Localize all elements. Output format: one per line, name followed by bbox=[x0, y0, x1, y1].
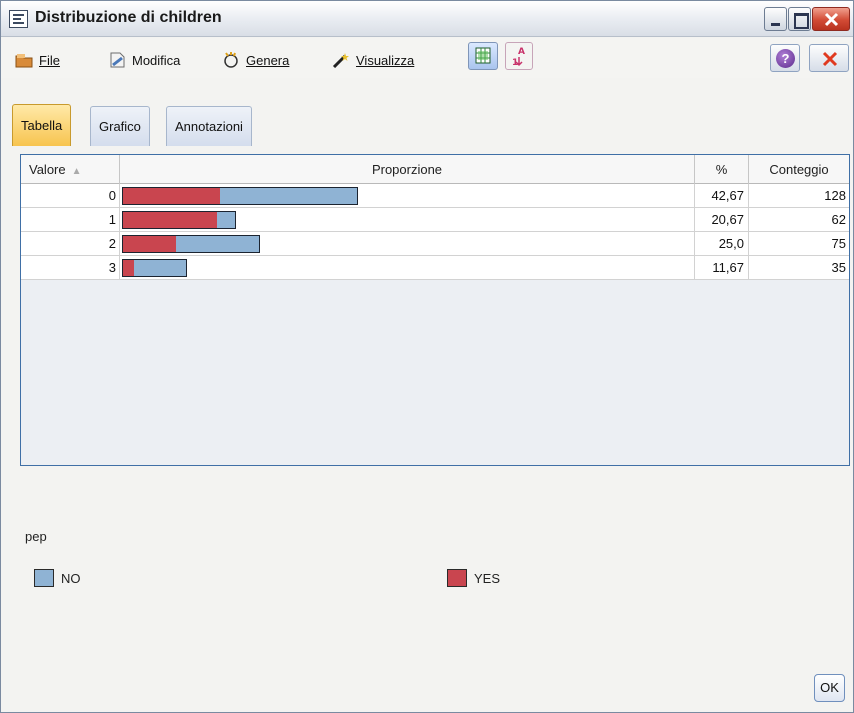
legend-item-no: NO bbox=[34, 569, 81, 587]
cell-proporzione bbox=[120, 208, 695, 232]
legend-swatch-yes bbox=[447, 569, 467, 587]
maximize-button[interactable] bbox=[788, 7, 811, 31]
tab-annotazioni[interactable]: Annotazioni bbox=[166, 106, 252, 146]
proportion-bar bbox=[122, 235, 260, 253]
table-header: Valore ▲ Proporzione % Conteggio bbox=[21, 155, 849, 184]
title-bar[interactable]: Distribuzione di children bbox=[1, 1, 853, 37]
cell-valore: 3 bbox=[21, 256, 120, 280]
ok-button[interactable]: OK bbox=[814, 674, 845, 702]
table-row[interactable]: 1 20,67 62 bbox=[21, 208, 849, 232]
sort-ascending-icon: ▲ bbox=[71, 166, 82, 177]
table-row[interactable]: 0 42,67 128 bbox=[21, 184, 849, 208]
cell-valore: 0 bbox=[21, 184, 120, 208]
menu-genera[interactable]: Genera bbox=[222, 50, 289, 70]
cell-percent: 25,0 bbox=[695, 232, 749, 256]
cell-proporzione bbox=[120, 184, 695, 208]
folder-icon bbox=[15, 52, 33, 68]
proportion-bar-yes-segment bbox=[123, 236, 176, 252]
table-view-toggle-button[interactable] bbox=[468, 42, 498, 70]
menu-visualizza[interactable]: Visualizza bbox=[332, 50, 414, 70]
help-icon: ? bbox=[776, 49, 795, 68]
sort-az-icon: A1 bbox=[512, 47, 525, 68]
close-icon bbox=[824, 12, 839, 27]
proportion-bar bbox=[122, 211, 236, 229]
proportion-bar-yes-segment bbox=[123, 260, 134, 276]
tab-tabella[interactable]: Tabella bbox=[12, 104, 72, 146]
cell-valore: 1 bbox=[21, 208, 120, 232]
tab-grafico[interactable]: Grafico bbox=[90, 106, 150, 146]
distribution-window: Distribuzione di children File Modifica … bbox=[0, 0, 854, 713]
close-icon bbox=[822, 51, 838, 67]
proportion-bar-yes-segment bbox=[123, 212, 217, 228]
menu-bar: File Modifica Genera Visualizza A1 ? bbox=[1, 38, 853, 78]
table-node-icon bbox=[9, 10, 28, 28]
cell-conteggio: 35 bbox=[831, 260, 846, 275]
legend-swatch-no bbox=[34, 569, 54, 587]
sort-button[interactable]: A1 bbox=[505, 42, 533, 70]
cell-proporzione bbox=[120, 232, 695, 256]
help-button[interactable]: ? bbox=[770, 44, 800, 72]
cell-percent: 42,67 bbox=[695, 184, 749, 208]
cell-percent: 20,67 bbox=[695, 208, 749, 232]
cell-proporzione bbox=[120, 256, 695, 280]
column-header-proporzione[interactable]: Proporzione bbox=[120, 155, 695, 184]
proportion-bar-yes-segment bbox=[123, 188, 220, 204]
cell-conteggio: 75 bbox=[831, 236, 846, 251]
cell-percent: 11,67 bbox=[695, 256, 749, 280]
edit-icon bbox=[108, 52, 126, 68]
tab-bar: Tabella Grafico Annotazioni bbox=[9, 104, 849, 146]
menu-file[interactable]: File bbox=[15, 50, 60, 70]
wand-icon bbox=[332, 52, 350, 69]
legend-title: pep bbox=[25, 529, 47, 544]
legend-item-yes: YES bbox=[447, 569, 500, 587]
proportion-bar bbox=[122, 187, 358, 205]
menu-modifica[interactable]: Modifica bbox=[108, 50, 180, 70]
cell-conteggio: 62 bbox=[831, 212, 846, 227]
column-header-conteggio[interactable]: Conteggio bbox=[749, 155, 849, 184]
cell-valore: 2 bbox=[21, 232, 120, 256]
table-row[interactable]: 3 11,67 35 bbox=[21, 256, 849, 280]
cell-conteggio: 128 bbox=[824, 188, 846, 203]
proportion-bar bbox=[122, 259, 187, 277]
column-header-valore[interactable]: Valore ▲ bbox=[21, 155, 120, 184]
table-row[interactable]: 2 25,0 75 bbox=[21, 232, 849, 256]
generate-icon bbox=[222, 52, 240, 68]
close-window-button[interactable] bbox=[812, 7, 850, 31]
svg-text:A: A bbox=[518, 47, 525, 57]
window-title: Distribuzione di children bbox=[35, 9, 222, 26]
minimize-button[interactable] bbox=[764, 7, 787, 31]
table-grid-icon bbox=[475, 47, 491, 64]
distribution-table: Valore ▲ Proporzione % Conteggio 0 42,67 12… bbox=[20, 154, 850, 466]
column-header-percent[interactable]: % bbox=[695, 155, 749, 184]
close-output-button[interactable] bbox=[809, 44, 849, 72]
